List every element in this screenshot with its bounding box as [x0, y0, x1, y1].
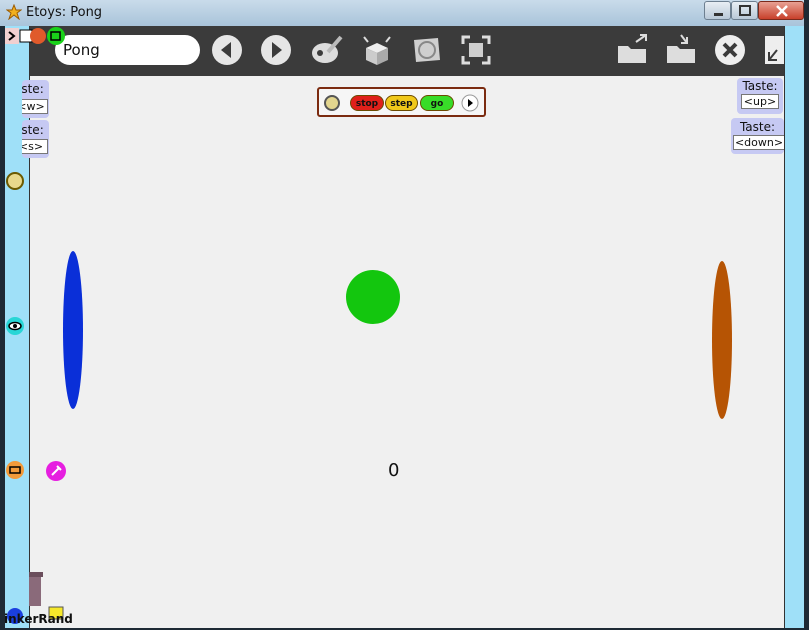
taste-value: <s> [22, 139, 48, 154]
right-taste-tile-down[interactable]: Taste: <down> [731, 118, 784, 154]
project-name-field[interactable]: Pong [55, 35, 200, 65]
fullscreen-icon[interactable] [460, 34, 492, 66]
title-bar[interactable]: Etoys: Pong [0, 0, 809, 26]
etoys-window: Etoys: Pong Pong ste: w> ste: <s> Taste:… [0, 0, 809, 630]
stop-step-go-control: stop step go [317, 87, 486, 117]
taste-label: Taste: [739, 120, 776, 134]
load-project-icon[interactable] [616, 34, 650, 66]
stop-button[interactable]: stop [350, 95, 384, 111]
maximize-icon [739, 5, 751, 16]
shrink-icon[interactable] [765, 34, 785, 66]
window-frame-right [804, 0, 809, 630]
taste-value: <up> [741, 94, 779, 109]
trash-can-icon[interactable] [29, 572, 43, 608]
taste-label: Taste: [742, 79, 778, 93]
taste-label: aste: [22, 82, 44, 96]
taste-value: <w> [22, 99, 48, 114]
left-taste-tile-s[interactable]: aste: <s> [22, 120, 49, 158]
language-globe-icon[interactable] [410, 34, 444, 66]
supplies-icon[interactable] [360, 34, 394, 66]
right-paddle[interactable] [712, 261, 732, 419]
close-icon [776, 5, 788, 17]
maximize-button[interactable] [731, 1, 758, 20]
right-flap[interactable] [784, 26, 805, 628]
right-taste-tile-up[interactable]: Taste: <up> [737, 78, 783, 114]
script-status-icon[interactable] [323, 94, 341, 112]
step-button[interactable]: step [385, 95, 418, 111]
close-window-button[interactable] [758, 1, 804, 20]
game-field [63, 251, 732, 419]
halo-handles[interactable] [5, 26, 69, 48]
etoys-app-icon [6, 4, 22, 20]
go-button[interactable]: go [420, 95, 454, 111]
back-arrow-icon[interactable] [211, 34, 243, 66]
taste-value: <down> [733, 135, 784, 150]
minimize-icon [714, 13, 723, 16]
save-project-icon[interactable] [665, 34, 699, 66]
paint-icon[interactable] [310, 34, 344, 66]
score-display: 0 [388, 460, 400, 481]
forward-arrow-icon[interactable] [260, 34, 292, 66]
left-paddle[interactable] [63, 251, 83, 409]
bottom-object-label: inkerRand [4, 612, 73, 626]
flap-tab-yellow-icon[interactable] [6, 172, 24, 190]
window-title: Etoys: Pong [26, 5, 103, 20]
eyedropper-icon[interactable] [45, 460, 67, 482]
left-taste-tile-w[interactable]: aste: <w> [22, 80, 49, 118]
expand-arrow-icon[interactable] [461, 94, 479, 112]
minimize-button[interactable] [704, 1, 731, 20]
world-canvas[interactable] [5, 76, 804, 628]
quit-icon[interactable] [714, 34, 746, 66]
taste-label: aste: [22, 123, 44, 137]
flap-tab-orange-icon[interactable] [6, 461, 24, 479]
ball[interactable] [346, 270, 400, 324]
